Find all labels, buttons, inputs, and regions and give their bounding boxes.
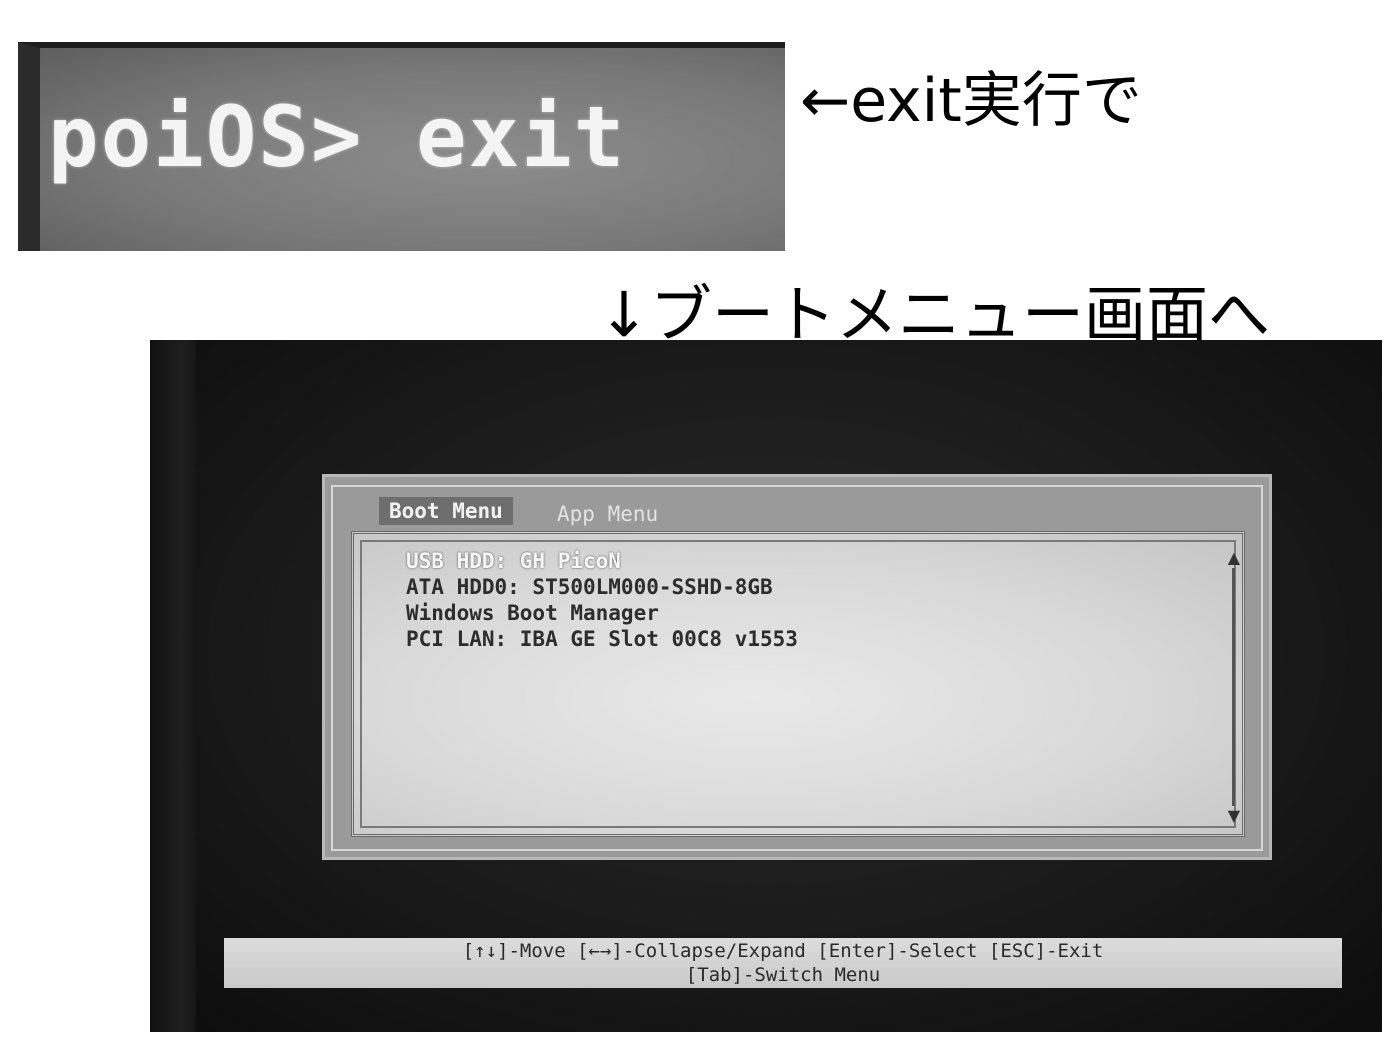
prompt-command-text: poiOS> exit: [48, 88, 627, 186]
boot-menu-screen-photo: Boot Menu App Menu USB HDD: GH PicoN ATA…: [150, 340, 1382, 1032]
boot-device-list: USB HDD: GH PicoN ATA HDD0: ST500LM000-S…: [351, 531, 1245, 837]
boot-device-ata-hdd0[interactable]: ATA HDD0: ST500LM000-SSHD-8GB: [406, 574, 798, 600]
tab-app-menu[interactable]: App Menu: [547, 500, 668, 528]
exit-caption: ←exit実行で: [800, 66, 1142, 136]
key-help-line-1: [↑↓]-Move [←→]-Collapse/Expand [Enter]-S…: [462, 940, 1104, 962]
boot-menu-window: Boot Menu App Menu USB HDD: GH PicoN ATA…: [322, 474, 1272, 860]
boot-device-pci-lan[interactable]: PCI LAN: IBA GE Slot 00C8 v1553: [406, 626, 798, 652]
poios-prompt-photo: poiOS> exit: [18, 42, 785, 251]
scroll-down-icon[interactable]: ▼: [1228, 808, 1240, 824]
key-help-bar: [↑↓]-Move [←→]-Collapse/Expand [Enter]-S…: [224, 938, 1342, 988]
scrollbar-track[interactable]: [1232, 568, 1235, 806]
monitor-bezel: [150, 340, 196, 1032]
boot-device-items: USB HDD: GH PicoN ATA HDD0: ST500LM000-S…: [406, 548, 798, 652]
tab-boot-menu[interactable]: Boot Menu: [379, 497, 513, 525]
key-help-line-2: [Tab]-Switch Menu: [685, 964, 881, 986]
boot-device-usb-hdd[interactable]: USB HDD: GH PicoN: [406, 548, 798, 574]
boot-device-windows-boot-manager[interactable]: Windows Boot Manager: [406, 600, 798, 626]
scroll-up-icon[interactable]: ▲: [1228, 550, 1240, 566]
